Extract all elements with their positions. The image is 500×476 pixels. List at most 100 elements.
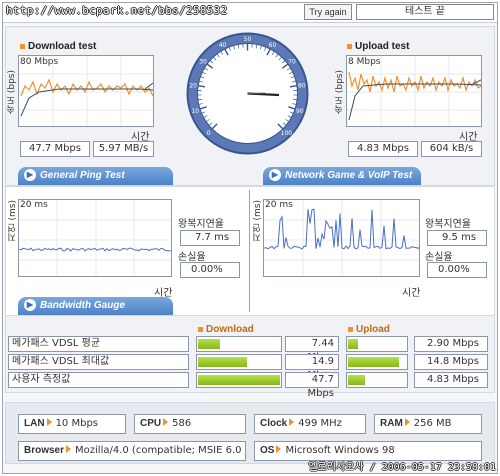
upload-value: 4.83 Mbps bbox=[414, 372, 488, 388]
browser-key: Browser bbox=[24, 445, 65, 456]
download-bar-track bbox=[196, 354, 282, 370]
ping-graph-svg bbox=[19, 200, 171, 276]
ping-rtt-label: 왕복지연율 bbox=[178, 219, 224, 230]
game-loss: 0.00% bbox=[427, 262, 487, 278]
orange-square-icon bbox=[198, 326, 203, 332]
cpu-value: 586 bbox=[172, 418, 192, 429]
bandwidth-download-header: Download bbox=[198, 324, 254, 335]
gauge-tick-label: 40 bbox=[219, 42, 227, 49]
gauge-svg: 0 10 20 30 40 50 60 70 80 90 100 bbox=[186, 32, 309, 155]
orange-square-icon bbox=[20, 43, 25, 49]
game-rtt-label: 왕복지연율 bbox=[425, 219, 471, 230]
browser-value: Mozilla/4.0 (compatible; MSIE 6.0 bbox=[75, 445, 242, 456]
arrow-right-icon bbox=[66, 445, 72, 453]
download-ylabel: 속도 (bps) bbox=[7, 70, 17, 114]
game-xlabel: 시간 bbox=[402, 288, 421, 299]
download-bar-fill bbox=[198, 339, 220, 349]
ram-key: RAM bbox=[380, 418, 403, 429]
info-browser: Browser Mozilla/4.0 (compatible; MSIE 6.0 bbox=[18, 441, 246, 461]
gauge-tick-label: 60 bbox=[269, 42, 277, 49]
ping-loss-label: 손실율 bbox=[178, 252, 206, 263]
ram-value: 256 MB bbox=[413, 418, 452, 429]
upload-bar-track bbox=[346, 336, 408, 352]
gauge-tick bbox=[197, 98, 202, 101]
orange-square-icon bbox=[348, 326, 353, 332]
tab-network-game-label: Network Game & VoIP Test bbox=[285, 170, 413, 181]
gauge-tick-label: 20 bbox=[189, 82, 197, 89]
upload-bar-track bbox=[346, 372, 408, 388]
upload-value: 14.8 Mbps bbox=[414, 354, 488, 370]
clock-key: Clock bbox=[260, 418, 288, 429]
tab-bandwidth-gauge[interactable]: ▶ Bandwidth Gauge bbox=[18, 297, 173, 315]
upload-title: Upload test bbox=[347, 41, 409, 52]
os-value: Microsoft Windows 98 bbox=[285, 445, 395, 456]
tab-general-ping-test[interactable]: ▶ General Ping Test bbox=[18, 167, 173, 185]
gauge-tick-label: 80 bbox=[298, 82, 306, 89]
upload-value: 2.90 Mbps bbox=[414, 336, 488, 352]
bandwidth-row-label: 사용자 측정값 bbox=[8, 372, 189, 388]
download-bar-fill bbox=[198, 375, 280, 385]
upload-ylabel: 속도 (bps) bbox=[335, 70, 345, 114]
game-graph bbox=[263, 199, 420, 277]
download-scale: 80 Mbps bbox=[20, 57, 59, 67]
footer-watermark: 엘로리사오사 / 2006-05-17 23:58:01 bbox=[308, 462, 496, 473]
game-graph-svg bbox=[264, 200, 419, 276]
info-ram: RAM 256 MB bbox=[374, 414, 482, 434]
download-mbps: 47.7 Mbps bbox=[20, 141, 90, 157]
lan-value: 10 Mbps bbox=[55, 418, 98, 429]
info-cpu: CPU 586 bbox=[134, 414, 246, 434]
tab-general-ping-label: General Ping Test bbox=[40, 170, 125, 181]
upload-mbps: 4.83 Mbps bbox=[348, 141, 418, 157]
gauge-tick-label: 90 bbox=[296, 108, 304, 115]
gauge-tick-label: 10 bbox=[191, 108, 199, 115]
clock-value: 499 MHz bbox=[298, 418, 342, 429]
arrow-right-icon bbox=[46, 418, 52, 426]
bandwidth-upload-header: Upload bbox=[348, 324, 390, 335]
tab-network-game-voip-test[interactable]: ▶ Network Game & VoIP Test bbox=[263, 167, 421, 185]
play-icon: ▶ bbox=[24, 299, 36, 311]
orange-square-icon bbox=[347, 43, 352, 49]
info-lan: LAN 10 Mbps bbox=[18, 414, 126, 434]
gauge-tick-label: 0 bbox=[207, 130, 211, 137]
bandwidth-row-label: 메가패스 VDSL 평균 bbox=[8, 336, 189, 352]
upload-bar-fill bbox=[348, 375, 365, 385]
ping-loss: 0.00% bbox=[180, 262, 240, 278]
gauge-needle-shadow bbox=[247, 92, 266, 94]
lan-key: LAN bbox=[24, 418, 45, 429]
cpu-key: CPU bbox=[140, 418, 162, 429]
url-watermark: http://www.bcpark.net/bbs/258532 bbox=[6, 4, 228, 17]
download-value: 47.7 Mbps bbox=[285, 372, 339, 399]
game-loss-label: 손실율 bbox=[425, 252, 453, 263]
download-title-label: Download test bbox=[28, 41, 97, 52]
speed-gauge: 0 10 20 30 40 50 60 70 80 90 100 bbox=[185, 31, 310, 156]
status-title: 테스트 끝 bbox=[356, 4, 494, 20]
game-rtt: 9.5 ms bbox=[427, 230, 487, 246]
bandwidth-row-label: 메가패스 VDSL 최대값 bbox=[8, 354, 189, 370]
arrow-right-icon bbox=[404, 418, 410, 426]
arrow-right-icon bbox=[276, 445, 282, 453]
upload-kbs: 604 kB/s bbox=[421, 141, 482, 157]
download-bar-track bbox=[196, 372, 282, 388]
upload-scale: 8 Mbps bbox=[348, 57, 381, 67]
arrow-right-icon bbox=[163, 418, 169, 426]
upload-title-label: Upload test bbox=[355, 41, 410, 52]
info-clock: Clock 499 MHz bbox=[254, 414, 366, 434]
ping-rtt: 7.7 ms bbox=[180, 230, 240, 246]
arrow-right-icon bbox=[289, 418, 295, 426]
gauge-tick-label: 30 bbox=[199, 59, 207, 66]
gauge-tick-label: 50 bbox=[244, 36, 252, 43]
download-title: Download test bbox=[20, 41, 96, 52]
try-again-button[interactable]: Try again bbox=[304, 4, 352, 20]
download-value: 7.44 Mbps bbox=[285, 336, 339, 363]
bandwidth-upload-header-label: Upload bbox=[356, 324, 390, 335]
ping-scale: 20 ms bbox=[20, 200, 48, 210]
upload-bar-fill bbox=[348, 339, 358, 349]
gauge-tick-label: 70 bbox=[288, 59, 296, 66]
download-bar-track bbox=[196, 336, 282, 352]
gauge-tick-label: 100 bbox=[281, 130, 293, 137]
download-bar-fill bbox=[198, 357, 247, 367]
download-value: 14.9 Mbps bbox=[285, 354, 339, 381]
ping-divider bbox=[249, 190, 250, 312]
play-icon: ▶ bbox=[269, 169, 281, 181]
upload-bar-track bbox=[346, 354, 408, 370]
